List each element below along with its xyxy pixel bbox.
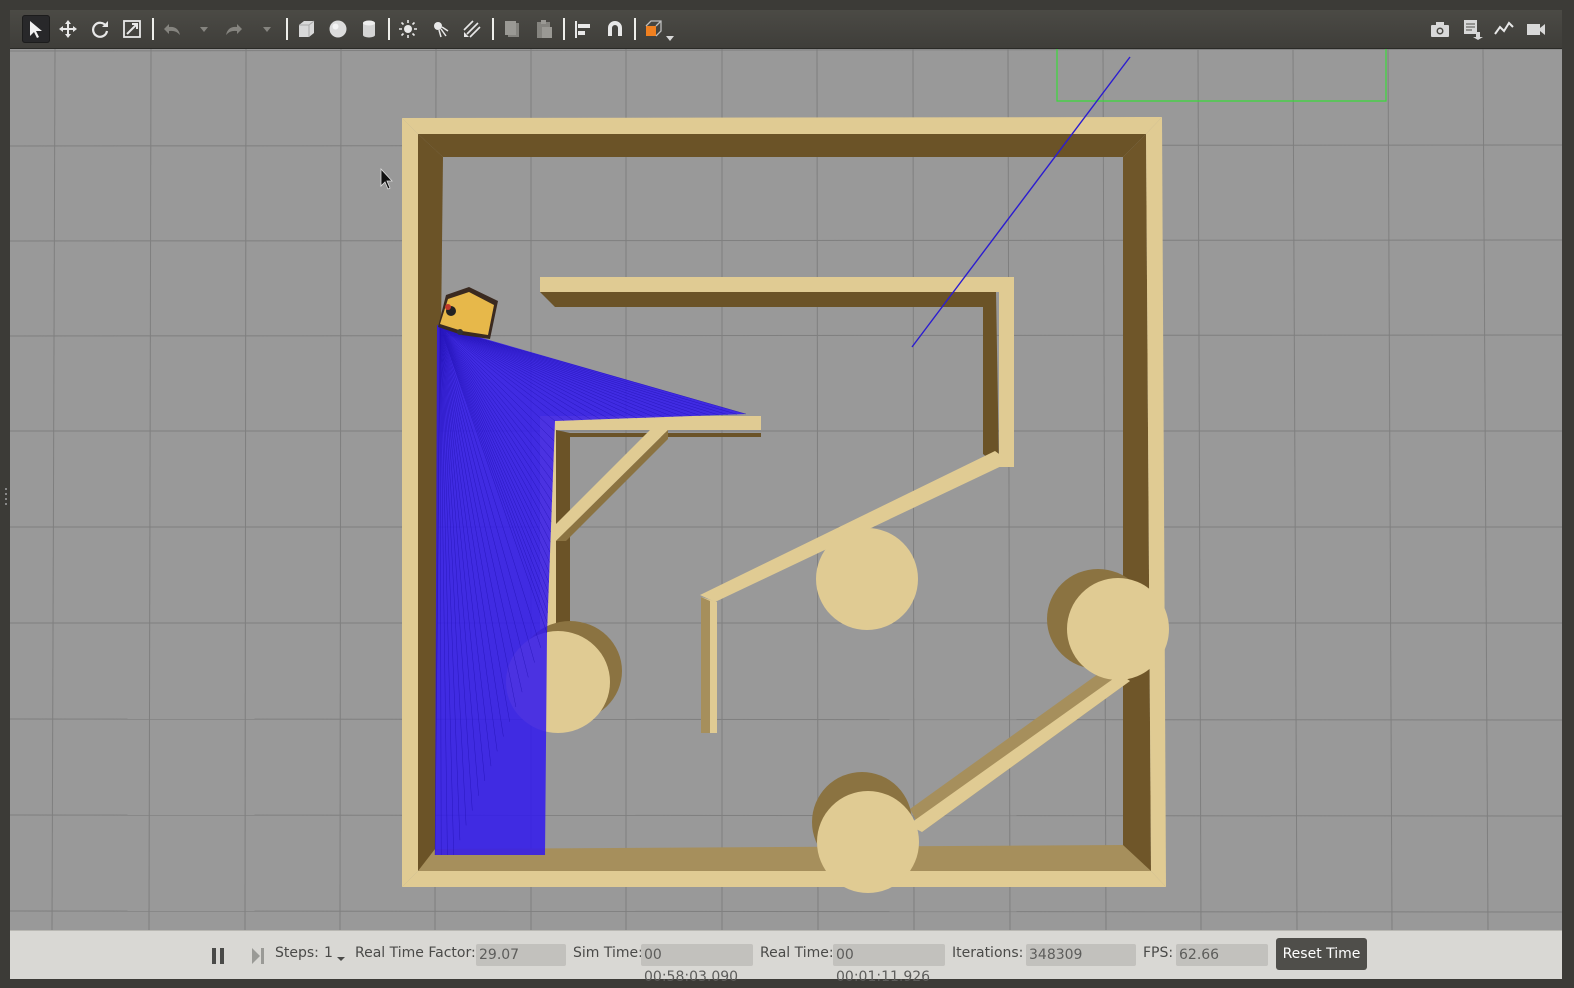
cylinder-top: [817, 791, 919, 893]
toolbar-separator: [286, 18, 288, 40]
sphere-shape-icon[interactable]: [324, 15, 352, 43]
real-time-field: 00 00:01:11.926: [833, 944, 945, 985]
fps-field: 62.66: [1176, 944, 1268, 966]
redo-icon[interactable]: [220, 15, 248, 43]
log-icon[interactable]: [1458, 15, 1486, 43]
paste-icon[interactable]: [530, 15, 558, 43]
real-time-factor-field: 29.07: [476, 944, 566, 966]
real-time-label: Real Time:: [760, 945, 834, 961]
cylinder-shape-icon[interactable]: [355, 15, 383, 43]
upper-wall-top: [540, 277, 1014, 292]
video-record-icon[interactable]: [1522, 15, 1550, 43]
align-icon[interactable]: [569, 15, 597, 43]
redo-history-dropdown-icon[interactable]: [261, 15, 273, 43]
reset-time-button[interactable]: Reset Time: [1276, 938, 1367, 970]
west-wall-top: [402, 118, 418, 887]
snap-icon[interactable]: [601, 15, 629, 43]
upper-wall-side: [540, 292, 996, 307]
right-inner-wall-top: [999, 277, 1014, 467]
spot-light-icon[interactable]: [426, 15, 454, 43]
short-vertical-wall-side: [701, 597, 710, 733]
steps-label: Steps:: [275, 945, 319, 961]
fps-label: FPS:: [1143, 945, 1174, 961]
plot-icon[interactable]: [1490, 15, 1518, 43]
steps-value[interactable]: 1: [324, 945, 333, 961]
cylinder-top: [1067, 578, 1169, 680]
view-angle-dropdown-icon[interactable]: [664, 24, 676, 52]
directional-light-icon[interactable]: [458, 15, 486, 43]
real-time-factor-label: Real Time Factor:: [355, 945, 476, 961]
status-bar: Steps: 1 Real Time Factor: 29.07 Sim Tim…: [10, 930, 1562, 985]
rotate-mode-icon[interactable]: [86, 15, 114, 43]
toolbar-separator: [388, 18, 390, 40]
select-mode-icon[interactable]: [22, 15, 50, 43]
translate-mode-icon[interactable]: [54, 15, 82, 43]
sim-time-label: Sim Time:: [573, 945, 643, 961]
iterations-field: 348309: [1026, 944, 1136, 966]
scale-mode-icon[interactable]: [118, 15, 146, 43]
north-wall-inner-face: [418, 134, 1146, 157]
scene-render: [10, 49, 1562, 930]
pause-icon[interactable]: [210, 947, 226, 965]
toolbar-separator: [152, 18, 154, 40]
south-wall-top: [402, 871, 1166, 887]
toolbar-separator: [563, 18, 565, 40]
gazebo-window: Steps: 1 Real Time Factor: 29.07 Sim Tim…: [5, 10, 1562, 985]
side-panel-handle[interactable]: [4, 486, 8, 510]
box-shape-icon[interactable]: [292, 15, 320, 43]
undo-icon[interactable]: [158, 15, 186, 43]
cylinder-top: [816, 528, 918, 630]
iterations-label: Iterations:: [952, 945, 1024, 961]
screenshot-icon[interactable]: [1426, 15, 1454, 43]
toolbar: [10, 10, 1562, 49]
sim-time-field: 00 00:58:03.090: [641, 944, 753, 985]
undo-history-dropdown-icon[interactable]: [198, 15, 210, 43]
toolbar-separator: [492, 18, 494, 40]
point-light-icon[interactable]: [394, 15, 422, 43]
steps-dropdown-icon[interactable]: [337, 956, 345, 962]
scene-viewport[interactable]: [10, 49, 1562, 930]
toolbar-separator: [634, 18, 636, 40]
copy-icon[interactable]: [498, 15, 526, 43]
step-forward-icon[interactable]: [250, 947, 266, 965]
north-wall-top: [402, 117, 1162, 134]
